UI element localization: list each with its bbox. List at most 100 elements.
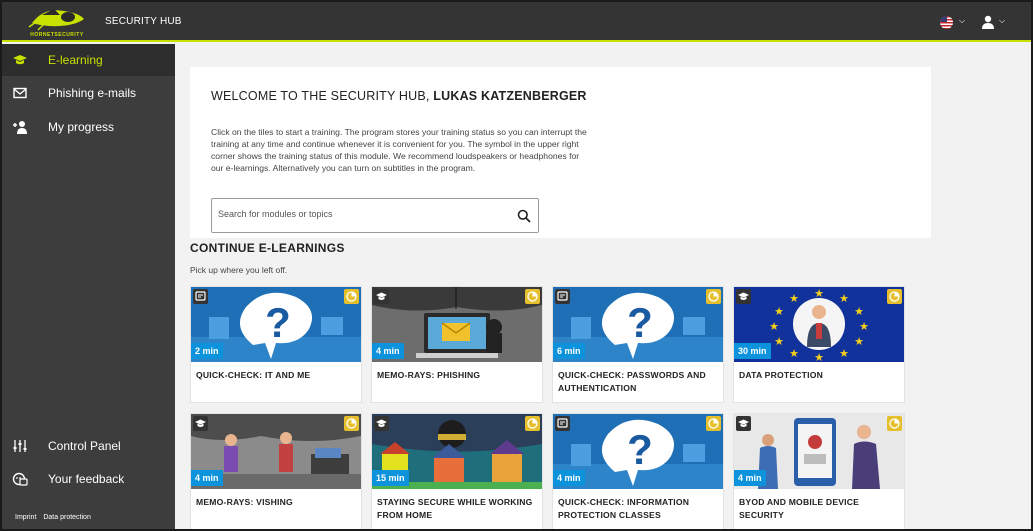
svg-text:?: ? [265, 299, 291, 346]
svg-text:?: ? [627, 426, 653, 473]
chevron-down-icon: ⌵ [999, 16, 1006, 25]
feedback-icon [12, 472, 28, 486]
tile-type-badge [193, 416, 208, 431]
training-tile[interactable]: ? 6 min QUICK-CHECK: PASSWORDS AND AUTHENT… [552, 286, 724, 403]
sidebar-item-label: Your feedback [48, 472, 125, 486]
status-in-progress-icon [708, 418, 719, 429]
svg-text:★: ★ [854, 335, 864, 348]
training-tile[interactable]: ? 2 min QUICK-CHECK: IT AND ME [190, 286, 362, 403]
search-input[interactable] [218, 209, 508, 219]
graduation-cap-icon [195, 419, 206, 427]
tile-type-badge [736, 416, 751, 431]
sidebar-item-your-feedback[interactable]: Your feedback [2, 463, 175, 495]
hornet-logo-icon [28, 9, 84, 31]
tile-duration: 30 min [734, 343, 771, 359]
sidebar-item-label: Phishing e-mails [48, 86, 137, 100]
sidebar-item-control-panel[interactable]: Control Panel [2, 430, 175, 462]
svg-text:★: ★ [774, 335, 784, 348]
status-in-progress-icon [527, 418, 538, 429]
sidebar-item-label: E-learning [48, 53, 103, 67]
tile-type-badge [193, 289, 208, 304]
quick-check-icon [557, 418, 568, 428]
sidebar-footer: Imprint Data protection [15, 514, 96, 521]
tile-status-badge [344, 416, 359, 431]
quick-check-icon [195, 291, 206, 301]
tile-title: QUICK-CHECK: INFORMATION PROTECTION CLAS… [558, 497, 690, 520]
tile-duration: 2 min [191, 343, 223, 359]
training-tile[interactable]: 4 min MEMO-RAYS: VISHING [190, 413, 362, 529]
status-in-progress-icon [346, 418, 357, 429]
tile-title: QUICK-CHECK: PASSWORDS AND AUTHENTICATIO… [558, 370, 706, 393]
search-icon[interactable] [517, 209, 531, 223]
envelope-icon [13, 87, 27, 99]
app-title: SECURITY HUB [105, 16, 182, 27]
tile-duration: 4 min [734, 470, 766, 486]
tile-title: MEMO-RAYS: VISHING [196, 497, 293, 507]
tile-title: QUICK-CHECK: IT AND ME [196, 370, 311, 380]
status-in-progress-icon [527, 291, 538, 302]
status-in-progress-icon [346, 291, 357, 302]
user-menu[interactable]: ⌵ [981, 14, 1011, 30]
user-icon [982, 15, 994, 29]
sidebar-item-label: Control Panel [48, 439, 121, 453]
sliders-icon [13, 440, 27, 452]
training-tile[interactable]: !4 minBYOD AND MOBILE DEVICE SECURITY [733, 413, 905, 529]
svg-text:★: ★ [814, 287, 824, 300]
tile-type-badge [555, 289, 570, 304]
quick-check-icon [557, 291, 568, 301]
tile-duration: 6 min [553, 343, 585, 359]
tile-status-badge [525, 416, 540, 431]
tile-type-badge [555, 416, 570, 431]
data-protection-link[interactable]: Data protection [43, 514, 90, 521]
section-title: CONTINUE E-LEARNINGS [190, 241, 345, 255]
tile-status-badge [887, 416, 902, 431]
svg-text:★: ★ [859, 320, 869, 333]
graduation-cap-icon [376, 419, 387, 427]
section-subtitle: Pick up where you left off. [190, 265, 288, 275]
language-selector[interactable]: ⌵ [940, 15, 968, 29]
training-tile[interactable]: ★ ★ ★ ★ ★ ★ ★ ★ ★ ★ ★ ★ 30 min DATA PROTECTION [733, 286, 905, 403]
svg-text:★: ★ [854, 305, 864, 318]
graduation-cap-icon [738, 292, 749, 300]
hornetsecurity-logo[interactable]: HORNETSECURITY [24, 5, 90, 39]
tile-type-badge [736, 289, 751, 304]
app-window: HORNETSECURITY SECURITY HUB ⌵ ⌵ E-learni… [0, 0, 1033, 531]
training-tile[interactable]: 4 min MEMO-RAYS: PHISHING [371, 286, 543, 403]
status-in-progress-icon [889, 291, 900, 302]
training-tile[interactable]: 15 min STAYING SECURE WHILE WORKING FROM … [371, 413, 543, 529]
tile-status-badge [706, 289, 721, 304]
tile-type-badge [374, 416, 389, 431]
chevron-down-icon: ⌵ [959, 16, 966, 25]
logo-text: HORNETSECURITY [30, 32, 84, 38]
tile-status-badge [706, 416, 721, 431]
svg-text:★: ★ [839, 292, 849, 305]
sidebar-item-label: My progress [48, 120, 115, 134]
graduation-cap-icon [13, 55, 27, 65]
sidebar-item-phishing-emails[interactable]: Phishing e-mails [2, 77, 175, 109]
tile-title: MEMO-RAYS: PHISHING [377, 370, 481, 380]
sidebar-item-e-learning[interactable]: E-learning [2, 44, 175, 76]
search-box[interactable] [211, 198, 539, 233]
tile-title: DATA PROTECTION [739, 370, 823, 380]
training-tile[interactable]: ? 4 min QUICK-CHECK: INFORMATION PROTECTIO… [552, 413, 724, 529]
svg-text:★: ★ [814, 351, 824, 362]
welcome-title: WELCOME TO THE SECURITY HUB, LUKAS KATZE… [211, 89, 587, 103]
status-in-progress-icon [889, 418, 900, 429]
sidebar-item-my-progress[interactable]: My progress [2, 111, 175, 143]
tile-duration: 4 min [191, 470, 223, 486]
svg-text:★: ★ [839, 347, 849, 360]
tile-status-badge [887, 289, 902, 304]
tile-title: STAYING SECURE WHILE WORKING FROM HOME [377, 497, 533, 520]
tile-status-badge [525, 289, 540, 304]
tile-type-badge [374, 289, 389, 304]
user-plus-icon [13, 121, 27, 134]
welcome-panel: WELCOME TO THE SECURITY HUB, LUKAS KATZE… [190, 67, 931, 238]
svg-text:?: ? [627, 299, 653, 346]
graduation-cap-icon [738, 419, 749, 427]
tile-duration: 4 min [372, 343, 404, 359]
status-in-progress-icon [708, 291, 719, 302]
imprint-link[interactable]: Imprint [15, 514, 36, 521]
svg-text:★: ★ [789, 292, 799, 305]
welcome-title-prefix: WELCOME TO THE SECURITY HUB, [211, 89, 434, 103]
graduation-cap-icon [376, 292, 387, 300]
